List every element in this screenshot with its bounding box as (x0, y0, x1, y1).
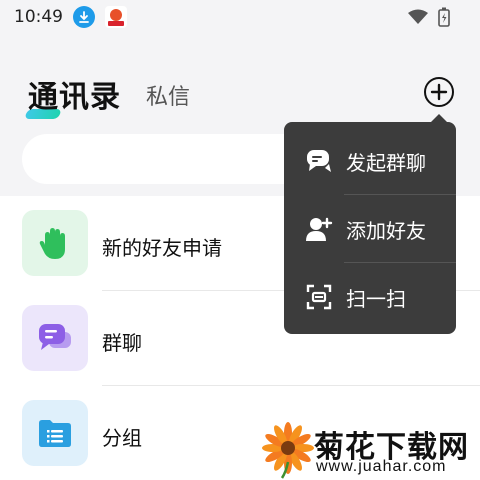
folder-icon (22, 400, 88, 466)
list-item-label: 新的好友申请 (102, 236, 222, 260)
group-chat-icon (304, 146, 334, 176)
menu-item-scan[interactable]: 扫一扫 (284, 262, 456, 332)
list-item-label: 群聊 (102, 331, 142, 355)
menu-item-start-group-chat[interactable]: 发起群聊 (284, 126, 456, 196)
menu-item-label: 发起群聊 (346, 150, 426, 175)
plus-icon (430, 83, 448, 101)
scan-icon (304, 282, 334, 312)
status-bar: 10:49 (0, 0, 480, 34)
menu-item-label: 扫一扫 (346, 286, 406, 311)
add-menu-button[interactable] (424, 77, 454, 107)
list-item-label: 分组 (102, 426, 142, 450)
wifi-icon (408, 9, 428, 29)
hand-wave-icon (22, 210, 88, 276)
watermark-url: www.juahar.com (316, 458, 447, 475)
battery-icon (438, 7, 450, 31)
flower-logo-icon (262, 422, 314, 479)
status-time: 10:49 (14, 7, 63, 27)
chat-bubbles-icon (22, 305, 88, 371)
add-user-icon (304, 214, 334, 244)
tab-messages[interactable]: 私信 (146, 79, 190, 111)
tab-contacts[interactable]: 通讯录 (28, 72, 121, 116)
app-notification-icon (105, 6, 127, 28)
popup-menu: 发起群聊 添加好友 扫一扫 (284, 122, 456, 334)
watermark: 菊花下载网 www.juahar.com (262, 420, 480, 480)
download-icon (73, 6, 95, 28)
menu-item-label: 添加好友 (346, 218, 426, 243)
menu-item-add-friend[interactable]: 添加好友 (284, 194, 456, 264)
